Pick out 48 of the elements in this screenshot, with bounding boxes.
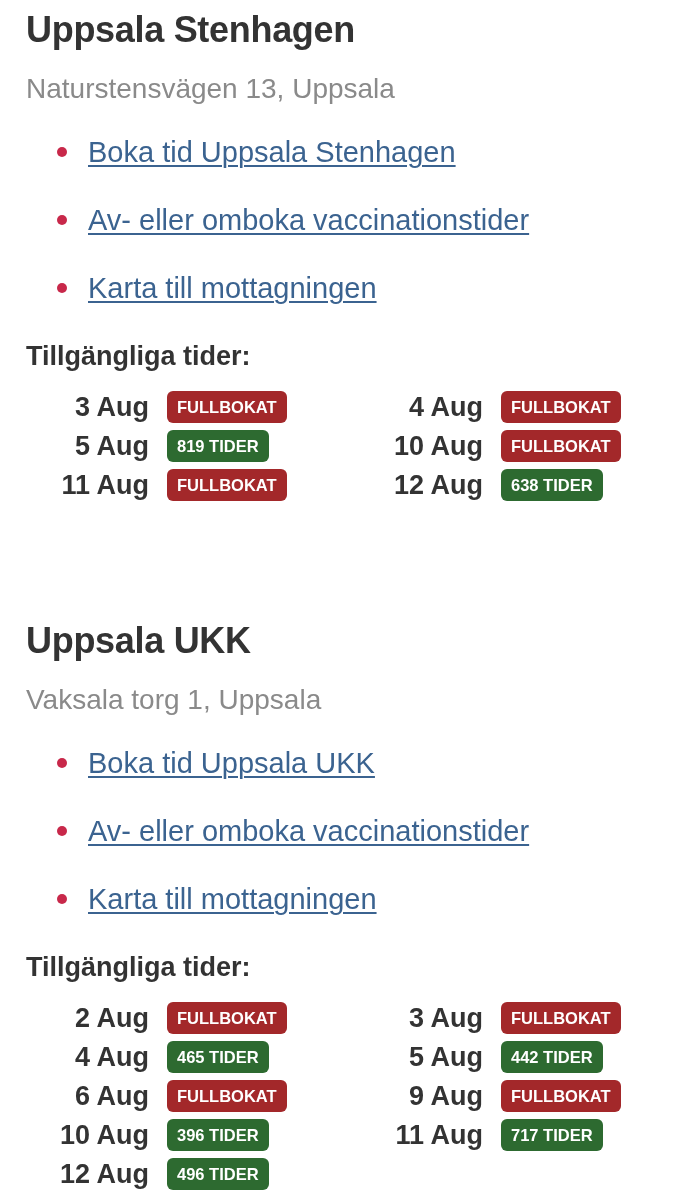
date-label: 9 Aug — [408, 1081, 483, 1111]
availability-badge: 465 TIDER — [167, 1041, 269, 1073]
date-label: 2 Aug — [74, 1003, 149, 1033]
date-label: 12 Aug — [393, 470, 483, 500]
date-label: 5 Aug — [74, 431, 149, 461]
section-heading: Tillgängliga tider: — [26, 340, 252, 372]
availability-badge: FULLBOKAT — [501, 430, 621, 462]
link[interactable]: Av- eller omboka vaccinationstider — [88, 814, 530, 848]
clinic-heading: Uppsala Stenhagen — [26, 10, 356, 50]
availability-badge: 717 TIDER — [501, 1119, 603, 1151]
date-label: 3 Aug — [74, 392, 149, 422]
availability-badge: 396 TIDER — [167, 1119, 269, 1151]
bullet-icon — [57, 758, 67, 768]
availability-badge: FULLBOKAT — [167, 1002, 287, 1034]
link[interactable]: Boka tid Uppsala UKK — [88, 746, 375, 780]
link[interactable]: Av- eller omboka vaccinationstider — [88, 203, 530, 237]
bullet-icon — [57, 147, 67, 157]
availability-badge: FULLBOKAT — [501, 1080, 621, 1112]
date-label: 11 Aug — [394, 1120, 483, 1150]
availability-badge: 496 TIDER — [167, 1158, 269, 1190]
date-label: 11 Aug — [60, 470, 149, 500]
link[interactable]: Boka tid Uppsala Stenhagen — [88, 135, 456, 169]
bullet-icon — [57, 283, 67, 293]
availability-badge: FULLBOKAT — [501, 391, 621, 423]
availability-badge: FULLBOKAT — [167, 469, 287, 501]
clinic-heading: Uppsala UKK — [26, 621, 252, 661]
section-heading: Tillgängliga tider: — [26, 951, 252, 983]
clinic-address: Naturstensvägen 13, Uppsala — [26, 74, 396, 104]
bullet-icon — [57, 826, 67, 836]
availability-badge: 819 TIDER — [167, 430, 269, 462]
availability-badge: 442 TIDER — [501, 1041, 603, 1073]
bullet-icon — [57, 894, 67, 904]
link[interactable]: Karta till mottagningen — [88, 882, 377, 916]
availability-badge: FULLBOKAT — [501, 1002, 621, 1034]
availability-badge: FULLBOKAT — [167, 1080, 287, 1112]
bullet-icon — [57, 215, 67, 225]
date-label: 6 Aug — [74, 1081, 149, 1111]
date-label: 12 Aug — [59, 1159, 149, 1189]
date-label: 4 Aug — [408, 392, 483, 422]
date-label: 10 Aug — [393, 431, 483, 461]
date-label: 5 Aug — [408, 1042, 483, 1072]
availability-badge: FULLBOKAT — [167, 391, 287, 423]
clinic-address: Vaksala torg 1, Uppsala — [26, 685, 323, 715]
date-label: 3 Aug — [408, 1003, 483, 1033]
link[interactable]: Karta till mottagningen — [88, 271, 377, 305]
date-label: 10 Aug — [59, 1120, 149, 1150]
date-label: 4 Aug — [74, 1042, 149, 1072]
availability-badge: 638 TIDER — [501, 469, 603, 501]
